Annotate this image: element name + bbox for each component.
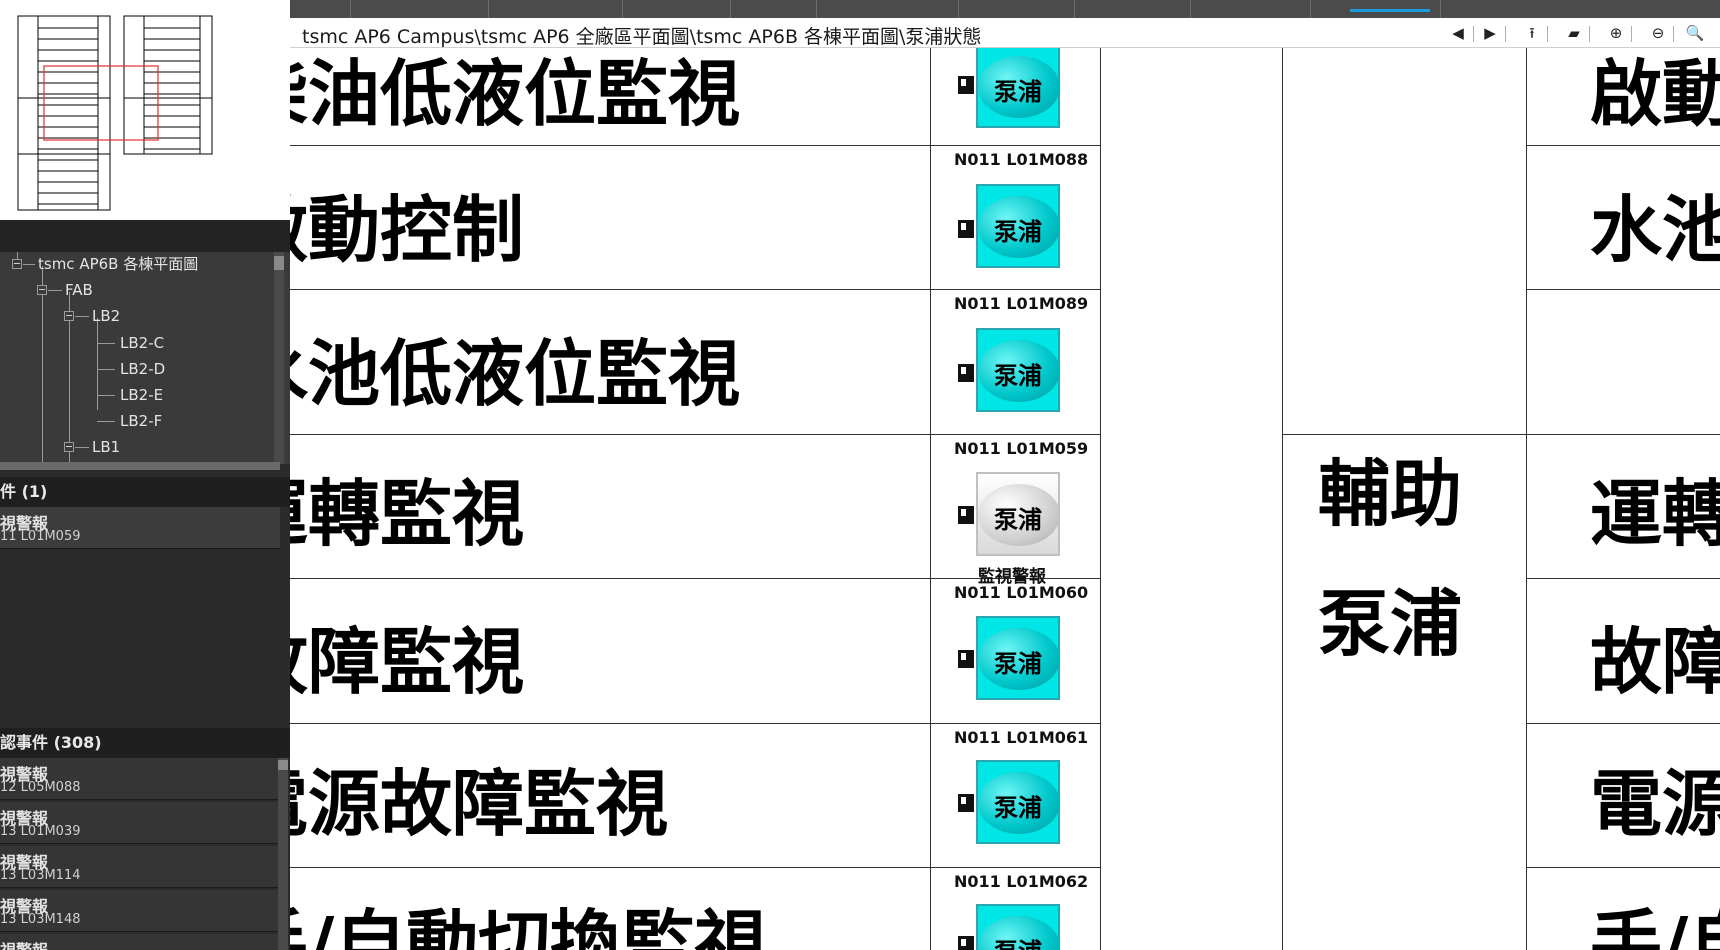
pump-button[interactable]: 泵浦 [976,184,1060,268]
row-label: 啟動控制 [290,188,525,272]
event-device: 13 L03M148 [0,912,81,927]
flag-icon [958,650,974,668]
pump-label: 泵浦 [994,78,1042,106]
event-device: 12 L05M088 [0,780,81,795]
pump-button[interactable]: 泵浦 [976,328,1060,412]
right-row-label: 啟動 [1590,52,1720,136]
flag-icon [958,364,974,382]
unack-event-item[interactable]: 視警報 [0,934,280,950]
flag-icon [958,936,974,950]
tree-node-lb2[interactable]: LB2 [92,305,120,327]
unack-event-item[interactable]: 視警報 13 L03M148 [0,890,280,932]
pump-label: 泵浦 [994,506,1042,534]
unack-event-item[interactable]: 視警報 12 L05M088 [0,758,280,800]
device-id: N011 L01M088 [954,150,1089,169]
unack-events-header[interactable]: 認事件 (308) [0,728,290,758]
layers-icon[interactable]: ▰ [1561,21,1587,45]
flag-icon [958,506,974,524]
pump-button[interactable]: 泵浦 [976,48,1060,128]
tree-node-lb2-e[interactable]: LB2-E [120,384,163,406]
right-row-label: 水池 [1590,188,1720,272]
pump-label: 泵浦 [994,218,1042,246]
tab-strip [290,0,1720,18]
event-device: 13 L03M114 [0,868,81,883]
next-icon[interactable]: ▶ [1477,21,1503,45]
pump-button-alarm[interactable]: 泵浦 [976,472,1060,556]
pump-label: 泵浦 [994,794,1042,822]
tree-node-lb2-d[interactable]: LB2-D [120,358,165,380]
pump-label: 泵浦 [994,362,1042,390]
tree-collapse-icon[interactable] [64,442,74,452]
unack-event-item[interactable]: 視警報 13 L03M114 [0,846,280,888]
pump-button[interactable]: 泵浦 [976,904,1060,950]
device-id: N011 L01M062 [954,872,1089,891]
tree-vertical-scrollbar[interactable] [274,252,284,464]
tree-node-lb2-f[interactable]: LB2-F [120,410,162,432]
tree-node-lb2-c[interactable]: LB2-C [120,332,164,354]
group-label: 泵浦 [1318,582,1463,666]
row-label: 柴油低液位監視 [290,52,741,136]
tree-node-ap6b[interactable]: tsmc AP6B 各棟平面圖 [38,253,198,275]
search-icon[interactable]: 🔍 [1685,21,1705,45]
tree-collapse-icon[interactable] [37,285,47,295]
pump-button[interactable]: 泵浦 [976,616,1060,700]
event-device: 13 L01M039 [0,824,81,839]
floor-plan-canvas: 柴油低液位監視 啟動控制 水池低液位監視 運轉監視 故障監視 電源故障監視 手/… [290,48,1720,950]
tree-horizontal-scrollbar[interactable] [0,462,280,470]
events-scrollbar[interactable] [278,758,288,950]
flag-icon [958,76,974,94]
tree-scrollbar-thumb[interactable] [274,256,284,270]
active-events-header[interactable]: 件 (1) [0,477,290,507]
path-bar: tsmc AP6 Campus\tsmc AP6 全廠區平面圖\tsmc AP6… [290,18,1720,48]
row-label: 水池低液位監視 [290,332,741,416]
tree-collapse-icon[interactable] [64,311,74,321]
breadcrumb: tsmc AP6 Campus\tsmc AP6 全廠區平面圖\tsmc AP6… [302,26,982,48]
device-id: N011 L01M061 [954,728,1089,747]
active-tab-indicator[interactable] [1350,9,1430,12]
event-device: 11 L01M059 [0,529,81,544]
overview-minimap[interactable] [0,0,290,220]
event-type: 視警報 [0,937,48,950]
device-id: N011 L01M059 [954,439,1089,458]
right-row-label: 運轉 [1590,472,1720,556]
tree-node-fab[interactable]: FAB [65,279,93,301]
flag-icon [958,220,974,238]
row-label: 故障監視 [290,620,525,704]
zoom-in-icon[interactable]: ⊕ [1603,21,1629,45]
events-scrollbar-thumb[interactable] [278,760,288,770]
right-row-label: 電源 [1590,762,1720,846]
active-event-item[interactable]: 視警報 11 L01M059 [0,507,280,549]
row-label: 運轉監視 [290,472,525,556]
panel-divider [0,220,290,252]
row-label: 電源故障監視 [290,762,669,846]
tree-collapse-icon[interactable] [12,259,22,269]
pump-button[interactable]: 泵浦 [976,760,1060,844]
minimap-drawing [17,15,213,211]
tree-node-lb1[interactable]: LB1 [92,436,120,458]
group-label: 輔助 [1318,452,1463,536]
zoom-out-icon[interactable]: ⊖ [1645,21,1671,45]
prev-icon[interactable]: ◀ [1445,21,1471,45]
right-row-label: 故障 [1590,620,1720,704]
flag-icon [958,794,974,812]
pump-label: 泵浦 [976,932,1060,950]
device-id: N011 L01M089 [954,294,1089,313]
alarm-status: 監視警報 [978,567,1046,587]
left-panel: tsmc AP6B 各棟平面圖 FAB LB2 LB2-C LB2-D LB2-… [0,0,290,950]
unack-event-item[interactable]: 視警報 13 L01M039 [0,802,280,844]
row-label: 手/自動切換監視 [290,902,767,950]
right-row-label: 手/自 [1590,902,1720,950]
up-level-icon[interactable]: ⭱ [1519,21,1545,45]
pump-label: 泵浦 [994,650,1042,678]
site-tree[interactable]: tsmc AP6B 各棟平面圖 FAB LB2 LB2-C LB2-D LB2-… [0,252,290,464]
